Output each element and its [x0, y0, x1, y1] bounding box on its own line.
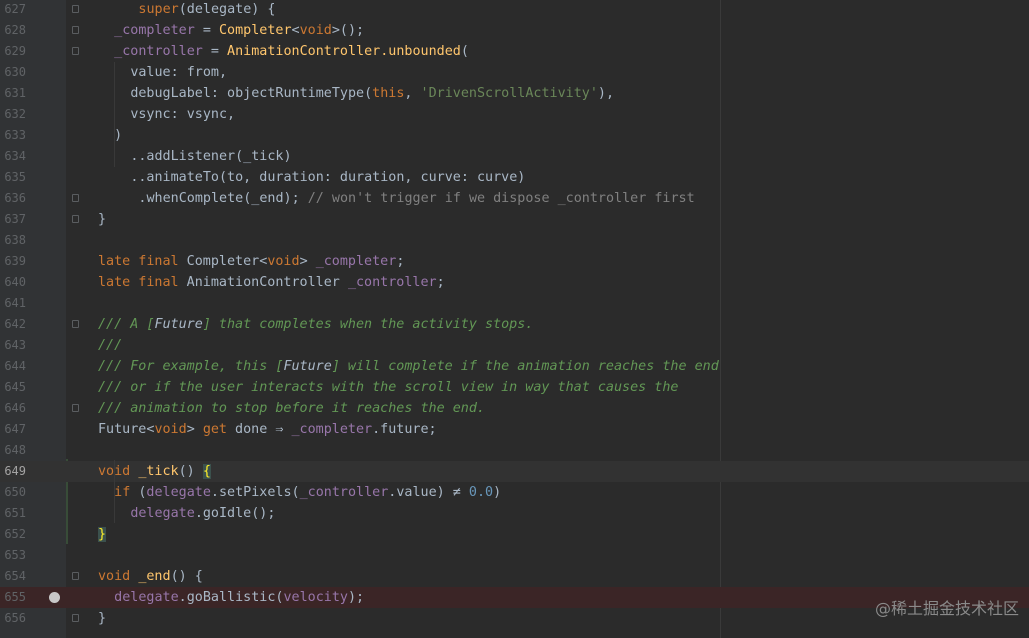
code-text: delegate.goBallistic(velocity); [114, 590, 365, 605]
line-number[interactable]: 627 [0, 0, 26, 20]
code-line[interactable]: 644 /// For example, this [Future] will c… [0, 356, 1029, 377]
code-text: } [98, 212, 107, 227]
fold-icon[interactable] [72, 215, 79, 223]
line-number[interactable]: 641 [0, 293, 26, 314]
line-number[interactable]: 632 [0, 104, 26, 125]
line-number[interactable]: 645 [0, 377, 26, 398]
line-number[interactable]: 640 [0, 272, 26, 293]
code-line[interactable]: 654 void _end() { [0, 566, 1029, 587]
code-line[interactable]: 640 late final AnimationController _contr… [0, 272, 1029, 293]
line-number[interactable]: 634 [0, 146, 26, 167]
line-number[interactable]: 652 [0, 524, 26, 545]
code-line[interactable]: 631 debugLabel: objectRuntimeType(this, '… [0, 83, 1029, 104]
code-line[interactable]: 653 [0, 545, 1029, 566]
code-line[interactable]: 635 ..animateTo(to, duration: duration, c… [0, 167, 1029, 188]
line-number[interactable]: 653 [0, 545, 26, 566]
code-text: value: from, [130, 65, 228, 80]
code-line[interactable]: 628 _completer = Completer<void>(); [0, 20, 1029, 41]
code-line[interactable]: 652} [0, 524, 1029, 545]
code-line[interactable]: 641 [0, 293, 1029, 314]
code-text: /// animation to stop before it reaches … [98, 401, 485, 416]
line-number[interactable]: 643 [0, 335, 26, 356]
line-number[interactable]: 631 [0, 83, 26, 104]
code-text: /// [98, 338, 123, 353]
line-number[interactable]: 630 [0, 62, 26, 83]
code-line[interactable]: 647 Future<void> get done ⇒ _completer.fu… [0, 419, 1029, 440]
code-line[interactable]: 645 /// or if the user interacts with the… [0, 377, 1029, 398]
code-text: debugLabel: objectRuntimeType(this, 'Dri… [130, 86, 615, 101]
code-text: Future<void> get done ⇒ _completer.futur… [98, 422, 437, 437]
fold-icon[interactable] [72, 26, 79, 34]
code-text: late final AnimationController _controll… [98, 275, 445, 290]
code-line[interactable]: 636 .whenComplete(_end); // won't trigger… [0, 188, 1029, 209]
line-number[interactable]: 655 [0, 587, 26, 608]
line-number[interactable]: 651 [0, 503, 26, 524]
code-line[interactable]: 648 [0, 440, 1029, 461]
line-number[interactable]: 646 [0, 398, 26, 419]
code-line[interactable]: 638 [0, 230, 1029, 251]
fold-icon[interactable] [72, 320, 79, 328]
line-number[interactable]: 650 [0, 482, 26, 503]
code-line[interactable]: 643 /// [0, 335, 1029, 356]
fold-icon[interactable] [72, 614, 79, 622]
code-text: _completer = Completer<void>(); [114, 23, 365, 38]
code-line[interactable]: 630 value: from, [0, 62, 1029, 83]
code-text: } [98, 527, 107, 542]
code-text: late final Completer<void> _completer; [98, 254, 405, 269]
line-number[interactable]: 629 [0, 41, 26, 62]
fold-icon[interactable] [72, 404, 79, 412]
line-number[interactable]: 644 [0, 356, 26, 377]
breakpoint-icon[interactable] [49, 592, 60, 603]
code-line[interactable]: 637} [0, 209, 1029, 230]
code-text: vsync: vsync, [130, 107, 236, 122]
code-text: super(delegate) { [138, 2, 276, 17]
line-number[interactable]: 637 [0, 209, 26, 230]
code-line[interactable]: 634 ..addListener(_tick) [0, 146, 1029, 167]
code-line[interactable]: 651 delegate.goIdle(); [0, 503, 1029, 524]
line-number[interactable]: 639 [0, 251, 26, 272]
code-text: ..addListener(_tick) [130, 149, 292, 164]
line-number[interactable]: 654 [0, 566, 26, 587]
code-text: /// For example, this [Future] will comp… [98, 359, 719, 374]
code-text: .whenComplete(_end); // won't trigger if… [138, 191, 695, 206]
code-line[interactable]: 649void _tick() { [0, 461, 1029, 482]
code-line[interactable]: 629 _controller = AnimationController.unb… [0, 41, 1029, 62]
code-text: delegate.goIdle(); [130, 506, 276, 521]
watermark: @稀土掘金技术社区 [874, 599, 1019, 618]
indent-guide [114, 460, 115, 523]
code-text: /// A [Future] that completes when the a… [98, 317, 534, 332]
line-number[interactable]: 635 [0, 167, 26, 188]
code-line[interactable]: 639 late final Completer<void> _completer… [0, 251, 1029, 272]
code-editor[interactable]: 627 super(delegate) { 628 _completer = Comp… [0, 0, 1029, 638]
code-line[interactable]: 633) [0, 125, 1029, 146]
code-text: /// or if the user interacts with the sc… [98, 380, 679, 395]
line-number[interactable]: 628 [0, 20, 26, 41]
code-text: } [98, 611, 107, 626]
fold-icon[interactable] [72, 47, 79, 55]
fold-icon[interactable] [72, 572, 79, 580]
code-text: if (delegate.setPixels(_controller.value… [114, 485, 502, 500]
code-line[interactable]: 642 /// A [Future] that completes when th… [0, 314, 1029, 335]
line-number[interactable]: 656 [0, 608, 26, 629]
line-number[interactable]: 633 [0, 125, 26, 146]
line-number[interactable]: 648 [0, 440, 26, 461]
code-line[interactable]: 650 if (delegate.setPixels(_controller.va… [0, 482, 1029, 503]
line-number[interactable]: 636 [0, 188, 26, 209]
code-line[interactable]: 632 vsync: vsync, [0, 104, 1029, 125]
line-number[interactable]: 638 [0, 230, 26, 251]
code-text: void _end() { [98, 569, 203, 584]
code-line[interactable]: 646 /// animation to stop before it reach… [0, 398, 1029, 419]
indent-guide [114, 62, 115, 167]
code-text: _controller = AnimationController.unboun… [114, 44, 469, 59]
code-text: ..animateTo(to, duration: duration, curv… [130, 170, 526, 185]
line-number[interactable]: 649 [0, 461, 26, 482]
code-text: ) [114, 128, 123, 143]
line-number[interactable]: 642 [0, 314, 26, 335]
fold-icon[interactable] [72, 5, 79, 13]
code-line[interactable]: 627 super(delegate) { [0, 0, 1029, 20]
fold-icon[interactable] [72, 194, 79, 202]
line-number[interactable]: 647 [0, 419, 26, 440]
